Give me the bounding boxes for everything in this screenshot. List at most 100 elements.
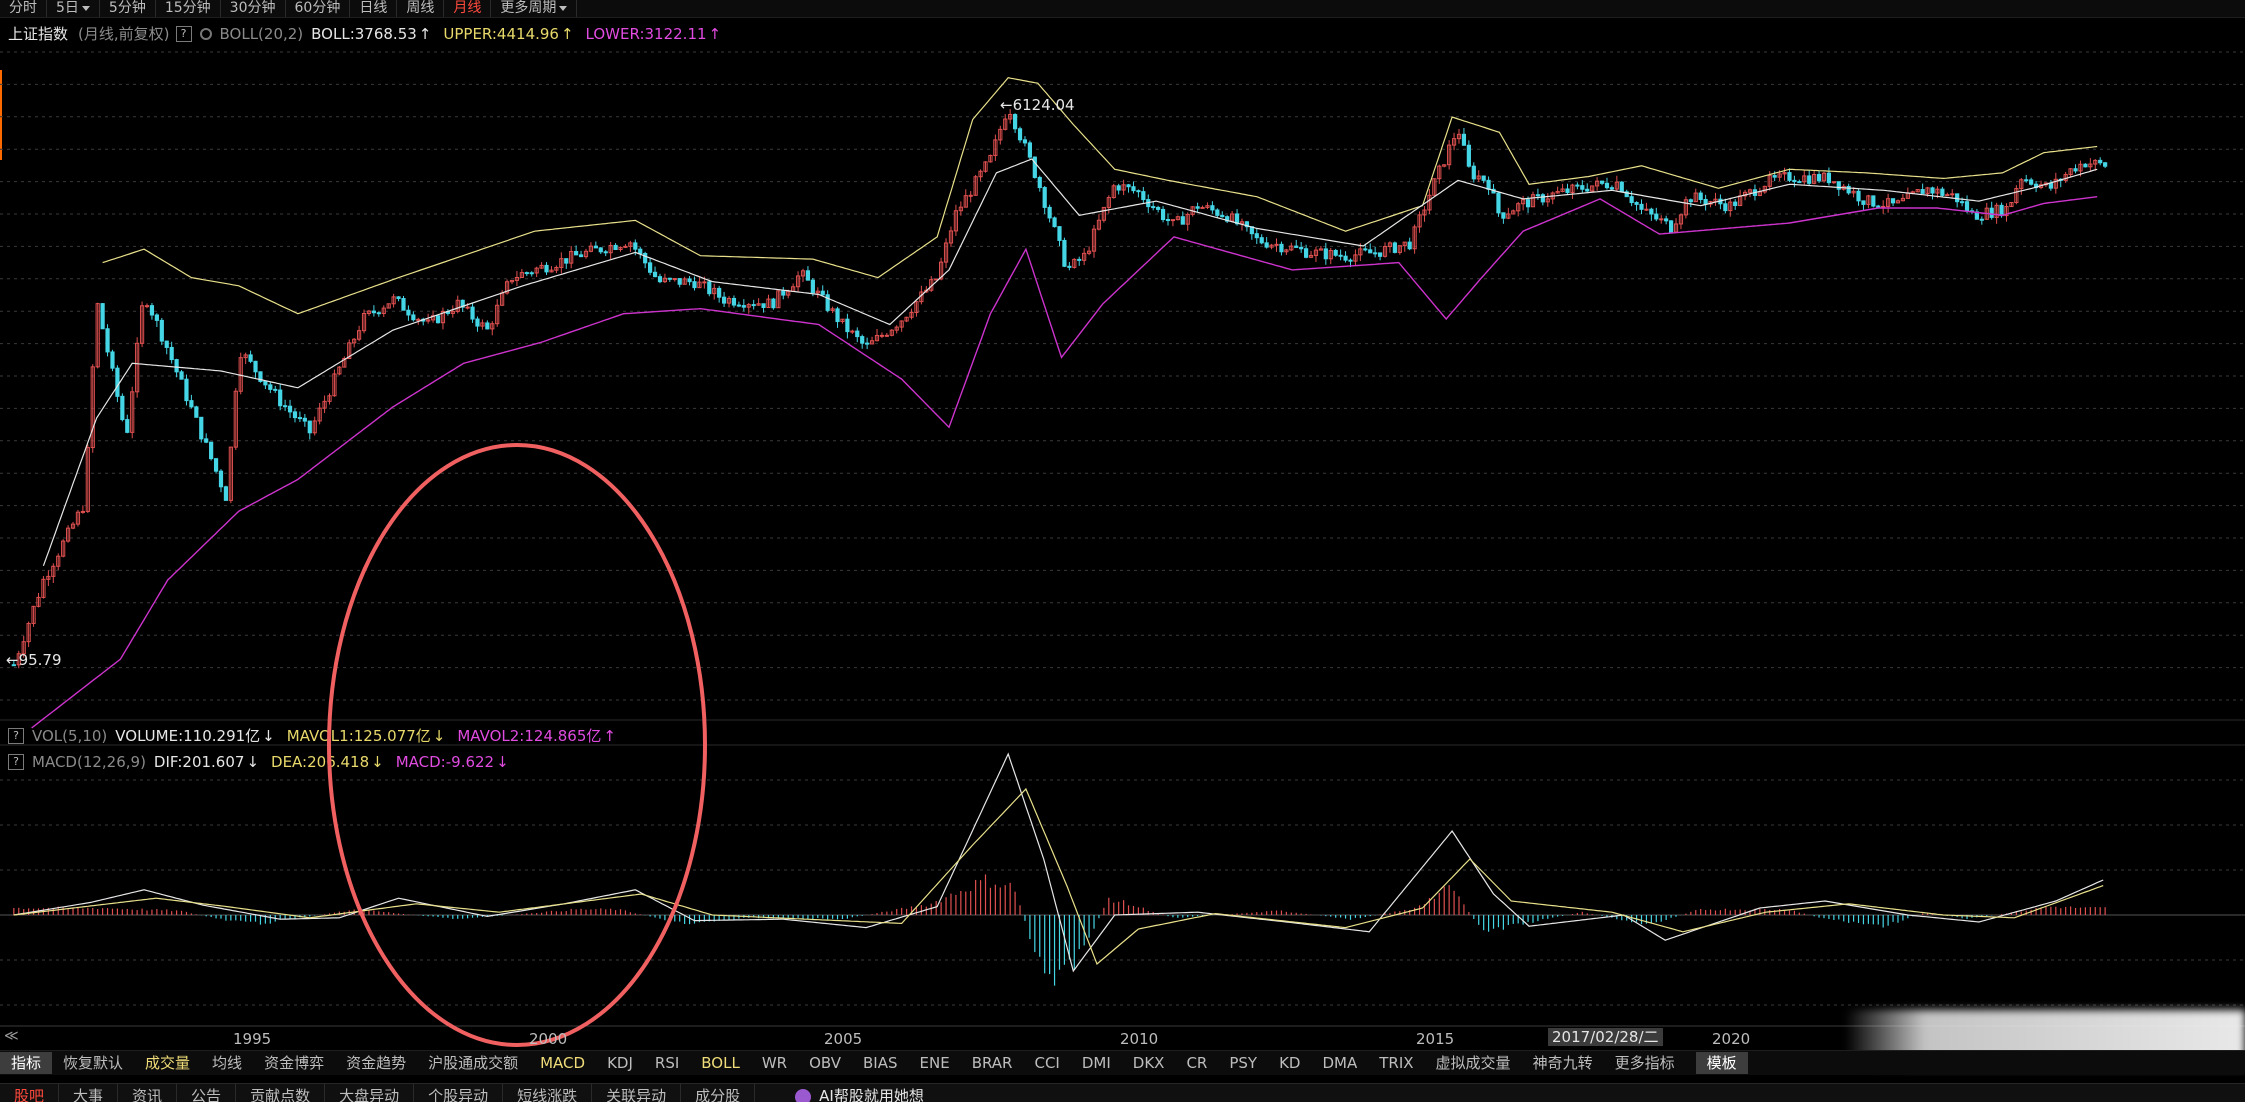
indicator-tab-5[interactable]: 资金趋势 [335,1052,417,1074]
candle-body [594,246,597,248]
indicator-tab-18[interactable]: DKX [1122,1052,1176,1074]
candle-body [170,347,173,359]
indicator-tab-11[interactable]: WR [751,1052,798,1074]
candle-body [575,252,578,255]
candle-body [565,259,568,263]
candle-body [634,243,637,249]
indicator-tab-0[interactable]: 指标 [0,1052,52,1074]
candle-body [1137,191,1140,192]
candle-body [742,306,745,308]
function-tab-0[interactable]: 股吧 [0,1084,59,1102]
indicator-tab-15[interactable]: BRAR [961,1052,1024,1074]
candle-body [1655,214,1658,219]
candle-body [145,306,148,307]
candle-body [836,309,839,322]
candle-body [1817,174,1820,180]
candle-body [1344,256,1347,260]
candle-body [1369,250,1372,253]
indicator-tab-26[interactable]: 更多指标 [1604,1052,1686,1074]
candle-body [175,360,178,372]
candle-body [2000,205,2003,215]
indicator-tab-14[interactable]: ENE [909,1052,961,1074]
x-axis-year-label: 2020 [1712,1030,1750,1048]
indicator-tab-3[interactable]: 均线 [201,1052,253,1074]
candle-body [106,329,109,352]
candle-body [1132,187,1135,191]
candle-body [372,311,375,313]
indicator-tab-21[interactable]: KD [1268,1052,1311,1074]
macd-dif-line [14,754,2103,971]
function-tab-1[interactable]: 大事 [59,1084,118,1102]
indicator-tab-2[interactable]: 成交量 [134,1052,201,1074]
indicator-tab-10[interactable]: BOLL [690,1052,751,1074]
function-tab-bar: 股吧大事资讯公告贡献点数大盘异动个股异动短线涨跌关联异动成分股 AI帮股就用她想 [0,1083,2245,1102]
candle-body [1260,238,1263,243]
indicator-tab-19[interactable]: CR [1175,1052,1218,1074]
indicator-tab-13[interactable]: BIAS [852,1052,909,1074]
indicator-tab-23[interactable]: TRIX [1368,1052,1424,1074]
candle-body [126,420,129,433]
candle-body [1576,185,1579,186]
ai-assistant-label: AI帮股就用她想 [819,1087,924,1102]
function-tab-6[interactable]: 个股异动 [414,1084,503,1102]
candle-body [101,304,104,329]
candle-body [150,306,153,315]
function-tab-5[interactable]: 大盘异动 [325,1084,414,1102]
candle-body [224,487,227,501]
candle-body [1497,193,1500,213]
candle-body [658,277,661,282]
indicator-tab-6[interactable]: 沪股通成交额 [417,1052,529,1074]
indicator-tab-1[interactable]: 恢复默认 [52,1052,134,1074]
candle-body [1946,195,1949,196]
candle-body [486,323,489,329]
candle-body [525,273,528,274]
candle-body [417,319,420,320]
candle-body [653,272,656,276]
candle-body [1630,197,1633,203]
indicator-tab-24[interactable]: 虚拟成交量 [1425,1052,1522,1074]
candle-body [466,307,469,308]
candle-body [402,299,405,311]
candle-body [1467,145,1470,166]
indicator-tab-20[interactable]: PSY [1218,1052,1268,1074]
indicator-tab-9[interactable]: RSI [644,1052,690,1074]
candle-body [1931,188,1934,193]
indicator-tab-4[interactable]: 资金博弈 [253,1052,335,1074]
candle-body [1605,183,1608,187]
indicator-tab-16[interactable]: CCI [1023,1052,1070,1074]
function-tab-4[interactable]: 贡献点数 [236,1084,325,1102]
candle-body [673,279,676,280]
candle-body [210,442,213,458]
candle-body [2030,180,2033,184]
indicator-tab-8[interactable]: KDJ [596,1052,644,1074]
function-tab-3[interactable]: 公告 [177,1084,236,1102]
candle-body [1990,208,1993,217]
candle-body [116,368,119,396]
indicator-tab-12[interactable]: OBV [798,1052,852,1074]
candle-body [1349,260,1352,261]
candle-body [1699,193,1702,199]
candle-body [1472,166,1475,179]
indicator-tab-17[interactable]: DMI [1071,1052,1122,1074]
candle-body [1462,134,1465,145]
candle-body [1724,204,1727,211]
candle-body [274,389,277,390]
function-tab-2[interactable]: 资讯 [118,1084,177,1102]
candle-body [288,406,291,412]
function-tab-9[interactable]: 成分股 [681,1084,755,1102]
indicator-tab-7[interactable]: MACD [529,1052,596,1074]
ai-assistant-button[interactable]: AI帮股就用她想 [755,1084,924,1102]
candle-body [856,331,859,337]
indicator-tab-22[interactable]: DMA [1311,1052,1368,1074]
candle-body [436,316,439,323]
candle-body [1832,182,1835,183]
kline-chart[interactable]: ←6124.04 ←95.79 [0,0,2245,1101]
candle-body [1660,219,1663,220]
indicator-tab-25[interactable]: 神奇九转 [1522,1052,1604,1074]
candle-body [190,401,193,407]
indicator-tab-27[interactable]: 模板 [1696,1052,1748,1074]
candle-body [1196,207,1199,208]
scroll-left-icon[interactable]: ≪ [4,1028,19,1044]
function-tab-8[interactable]: 关联异动 [592,1084,681,1102]
function-tab-7[interactable]: 短线涨跌 [503,1084,592,1102]
